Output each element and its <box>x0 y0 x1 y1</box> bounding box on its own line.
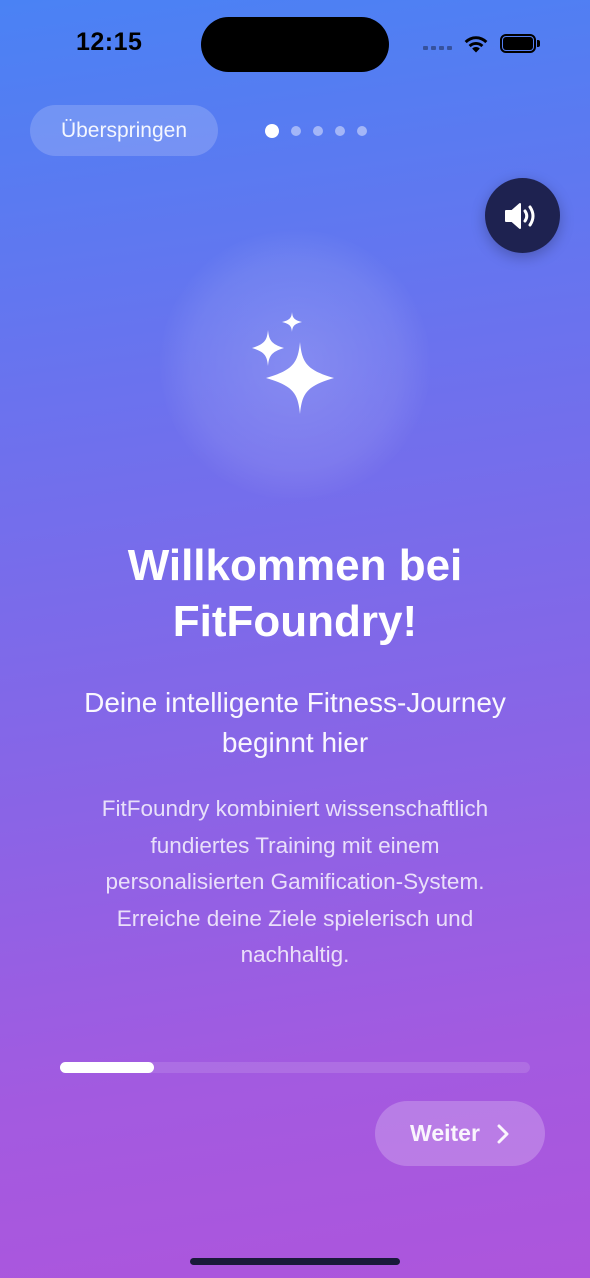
skip-button[interactable]: Überspringen <box>30 105 218 156</box>
page-dot-3[interactable] <box>313 126 323 136</box>
chevron-right-icon <box>497 1124 509 1143</box>
sparkles-icon <box>252 312 334 414</box>
onboarding-screen: 12:15 Überspringen Willkommen bei FitFou… <box>0 0 590 1278</box>
speaker-wave-icon <box>504 202 534 229</box>
sound-toggle-button[interactable] <box>485 178 560 253</box>
next-button-label: Weiter <box>410 1120 480 1146</box>
next-button[interactable]: Weiter <box>375 1101 545 1166</box>
page-indicator <box>265 124 367 138</box>
page-dot-2[interactable] <box>291 126 301 136</box>
page-dot-1[interactable] <box>265 124 279 138</box>
welcome-title: Willkommen bei FitFoundry! <box>127 541 463 646</box>
welcome-subtitle: Deine intelligente Fitness-Journey begin… <box>84 687 506 758</box>
home-indicator[interactable] <box>190 1258 400 1265</box>
status-bar: 12:15 <box>0 0 590 90</box>
welcome-description: FitFoundry kombiniert wissenschaftlich f… <box>101 796 489 967</box>
onboarding-progress-bar <box>60 1062 530 1073</box>
wifi-icon <box>464 36 488 53</box>
dynamic-island <box>201 17 389 72</box>
cellular-signal-icon <box>423 46 452 50</box>
battery-icon <box>500 34 540 54</box>
page-dot-4[interactable] <box>335 126 345 136</box>
status-time: 12:15 <box>76 28 143 56</box>
progress-fill <box>60 1062 154 1073</box>
page-dot-5[interactable] <box>357 126 367 136</box>
